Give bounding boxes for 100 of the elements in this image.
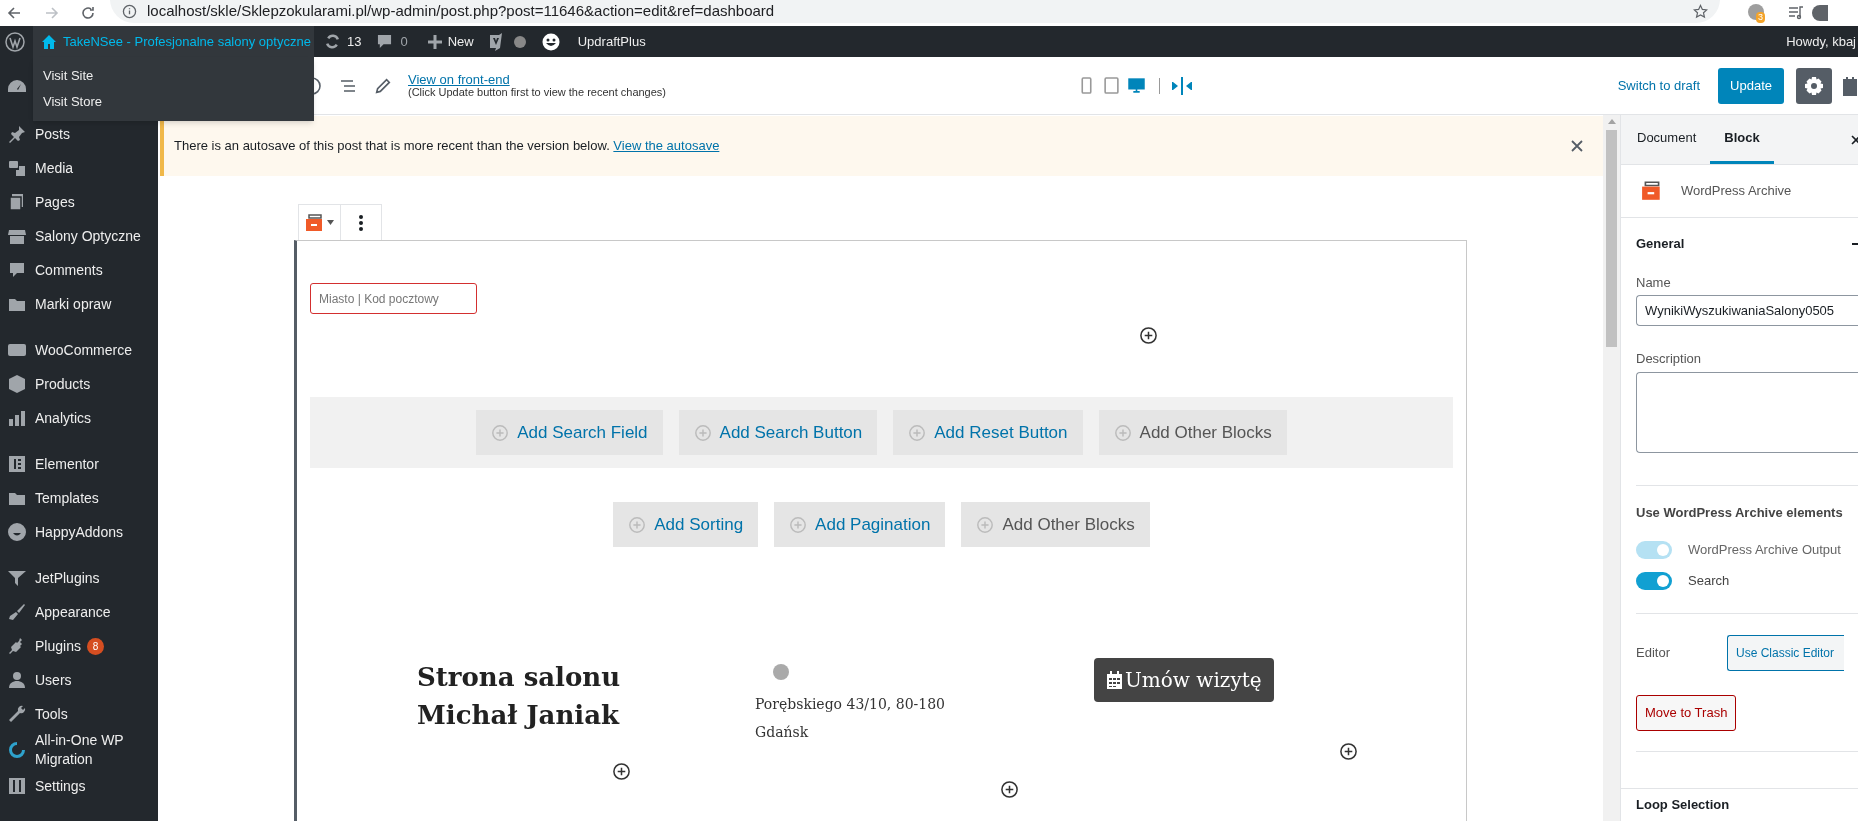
calendar-icon <box>1106 671 1123 689</box>
sidebar-item[interactable]: JetPlugins <box>0 561 158 595</box>
plus-circle-icon <box>908 423 927 442</box>
sidebar-item[interactable]: Templates <box>0 481 158 515</box>
add-other-blocks-button[interactable]: Add Other Blocks <box>1098 410 1287 455</box>
star-icon[interactable] <box>1693 3 1708 19</box>
book-visit-button[interactable]: Umów wizytę <box>1094 658 1274 702</box>
sidebar-item[interactable]: Posts <box>0 117 158 151</box>
sidebar-item[interactable]: Salony Optyczne <box>0 219 158 253</box>
media-icon <box>7 158 27 178</box>
sidebar-item[interactable]: Comments <box>0 253 158 287</box>
phone-icon[interactable] <box>1078 77 1095 94</box>
sidebar-item[interactable]: Elementor <box>0 447 158 481</box>
pin-icon <box>7 124 27 144</box>
site-name-link[interactable]: TakeNSee - Profesjonalne salony optyczne <box>33 26 314 57</box>
scrollbar[interactable] <box>1603 115 1620 821</box>
updates-link[interactable]: 13 <box>324 31 362 52</box>
archive-box-icon <box>305 213 325 232</box>
sidebar-item[interactable]: Plugins 8 <box>0 629 158 663</box>
description-textarea[interactable] <box>1636 372 1858 453</box>
new-content-link[interactable]: New <box>427 31 474 52</box>
sidebar-item[interactable]: Products <box>0 367 158 401</box>
sidebar-item[interactable]: WooCommerce <box>0 333 158 367</box>
sidebar-item[interactable]: HappyAddons <box>0 515 158 549</box>
plus-circle-icon <box>1000 780 1019 799</box>
view-on-front-end-link[interactable]: View on front-end <box>408 72 666 86</box>
smiley-icon[interactable] <box>541 32 560 51</box>
view-autosave-link[interactable]: View the autosave <box>613 138 720 154</box>
funnel-icon <box>7 568 27 588</box>
sidebar-item[interactable]: Tools <box>0 697 158 731</box>
sidebar-item[interactable]: Users <box>0 663 158 697</box>
panel-tab[interactable]: Block <box>1710 115 1774 164</box>
wordpress-logo-icon[interactable] <box>5 31 25 52</box>
clipboard-icon[interactable] <box>1842 75 1858 96</box>
plus-icon <box>427 34 442 49</box>
caret-icon <box>327 220 334 225</box>
sidebar-item[interactable]: Settings <box>0 769 158 803</box>
menu-item[interactable]: Visit Store <box>33 89 314 115</box>
plus-circle-icon <box>1339 742 1358 761</box>
section-heading: Use WordPress Archive elements <box>1636 505 1844 521</box>
count-badge: 8 <box>86 637 104 655</box>
panel-tab[interactable]: Document <box>1623 115 1711 164</box>
switch-to-draft-link[interactable]: Switch to draft <box>1617 75 1701 96</box>
sidebar-item[interactable]: All-in-One WP Migration <box>0 731 158 769</box>
menu-item[interactable]: Visit Site <box>33 63 314 89</box>
extension-badge: 3 <box>1756 12 1765 23</box>
updraftplus-link[interactable]: UpdraftPlus <box>577 31 646 52</box>
speech-bubble-icon <box>7 260 27 280</box>
plus-circle-icon <box>1139 325 1158 345</box>
add-block-button[interactable]: Add Search Field <box>476 410 663 455</box>
archive-box-icon <box>1641 181 1663 201</box>
add-block-button[interactable]: Add Sorting <box>613 502 759 547</box>
home-icon <box>41 33 57 50</box>
settings-button[interactable] <box>1796 67 1832 104</box>
name-input-field[interactable]: WynikiWyszukiwaniaSalony0505 <box>1636 295 1858 326</box>
toggle-label: Search <box>1688 571 1730 590</box>
toggle-switch[interactable] <box>1636 571 1672 590</box>
add-block-button[interactable]: Add Pagination <box>774 502 946 547</box>
split-view-icon[interactable] <box>1172 76 1192 95</box>
search-input-field[interactable]: Miasto | Kod pocztowy <box>310 283 477 314</box>
settings-icon <box>1804 75 1824 96</box>
media-controls-icon[interactable] <box>1788 5 1804 21</box>
scrollbar-thumb[interactable] <box>1606 130 1617 347</box>
section-heading[interactable]: General <box>1636 234 1685 254</box>
add-other-blocks-button[interactable]: Add Other Blocks <box>961 502 1150 547</box>
update-button[interactable]: Update <box>1718 67 1784 104</box>
monitor-icon[interactable] <box>1128 77 1145 94</box>
pencil-icon[interactable] <box>374 76 392 95</box>
plus-circle-icon <box>789 515 808 534</box>
sidebar-item[interactable]: Marki opraw <box>0 287 158 321</box>
add-block-button[interactable]: Add Reset Button <box>893 410 1083 455</box>
profile-avatar[interactable] <box>1812 5 1828 21</box>
section-heading[interactable]: Loop Selection <box>1636 795 1730 815</box>
sidebar-item[interactable]: Pages <box>0 185 158 219</box>
sidebar-item[interactable]: Appearance <box>0 595 158 629</box>
field-label: Description <box>1636 351 1703 367</box>
tablet-icon[interactable] <box>1103 77 1120 94</box>
add-block-button[interactable]: Add Search Button <box>678 410 878 455</box>
circular-arrow-icon <box>7 740 27 760</box>
user-icon <box>7 670 27 690</box>
move-to-trash-button[interactable]: Move to Trash <box>1636 695 1737 731</box>
plus-circle-icon <box>612 762 631 781</box>
close-icon[interactable] <box>1850 134 1858 145</box>
vertical-dots-icon <box>359 214 363 231</box>
use-classic-editor-button[interactable]: Use Classic Editor <box>1726 635 1844 671</box>
extension-icon[interactable] <box>1748 4 1764 20</box>
reload-icon[interactable] <box>80 5 96 21</box>
box-icon <box>7 374 27 394</box>
plus-circle-icon <box>628 515 647 534</box>
info-icon[interactable] <box>122 3 137 19</box>
y-logo-icon[interactable] <box>487 32 504 51</box>
sidebar-item[interactable]: Analytics <box>0 401 158 435</box>
greeting-text[interactable]: Howdy, kbaj <box>1786 31 1856 52</box>
salon-title: Strona salonu Michał Janiak <box>417 661 622 732</box>
close-icon[interactable] <box>1571 140 1583 152</box>
address-bar[interactable]: localhost/skle/Sklepzokularami.pl/wp-admin/post.php?post=11646&action=edit&ref=dashboard <box>110 0 1720 23</box>
sidebar-item[interactable]: Media <box>0 151 158 185</box>
comments-link[interactable]: 0 <box>377 31 408 52</box>
block-title: WordPress Archive <box>1681 182 1792 201</box>
back-arrow-icon[interactable] <box>6 5 22 21</box>
